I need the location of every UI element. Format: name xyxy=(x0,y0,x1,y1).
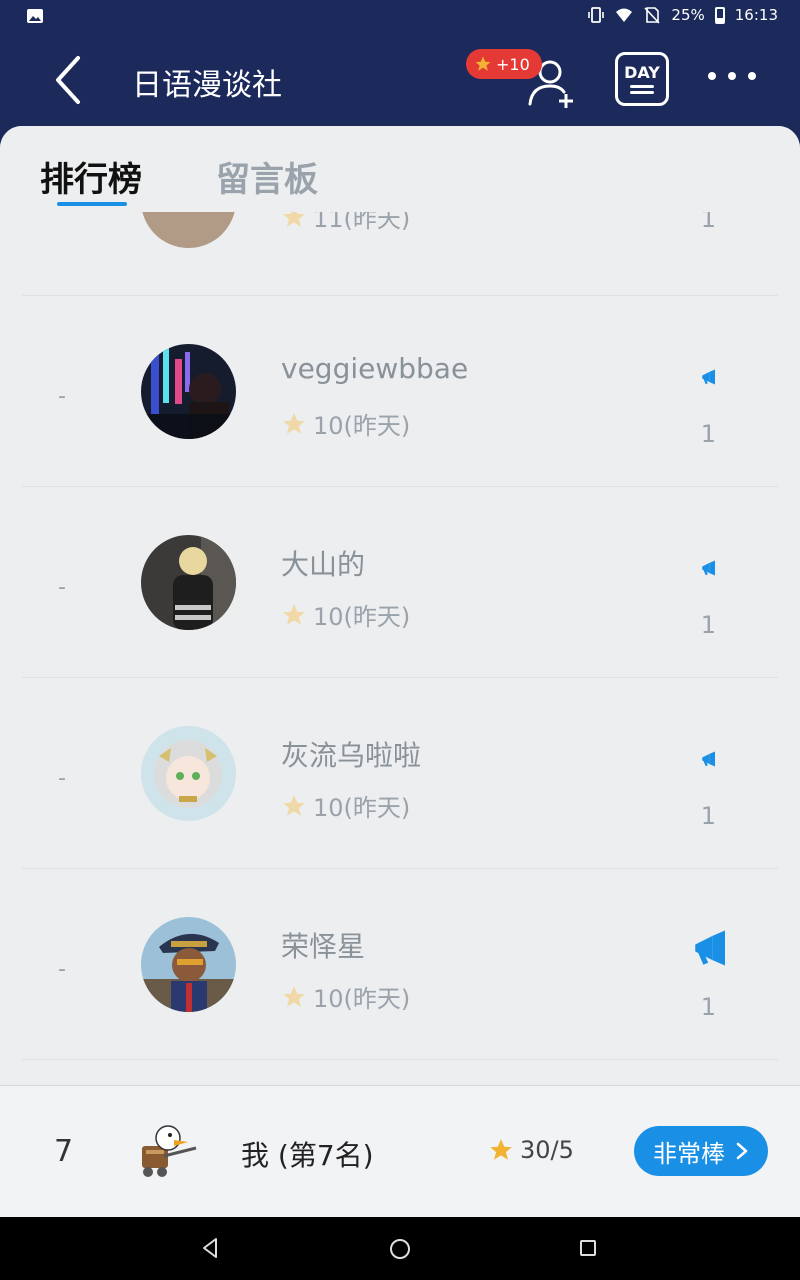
day-button[interactable]: DAY xyxy=(615,52,669,106)
megaphone-icon[interactable] xyxy=(700,750,718,768)
day-line xyxy=(630,85,654,88)
horn-count: 1 xyxy=(700,420,716,448)
praise-label: 非常棒 xyxy=(653,1139,725,1168)
status-bar: 25% 16:13 xyxy=(0,0,800,34)
avatar[interactable] xyxy=(141,917,236,1012)
rank: - xyxy=(58,957,66,982)
day-line xyxy=(630,91,654,94)
tab-bar: 排行榜 留言板 xyxy=(0,126,800,212)
tab-message-board[interactable]: 留言板 xyxy=(216,152,318,201)
page-title: 日语漫谈社 xyxy=(132,68,282,103)
megaphone-icon[interactable] xyxy=(690,927,732,969)
user-name: veggiewbbae xyxy=(281,352,469,385)
list-item[interactable]: - 荣怿星 10(昨天) 1 xyxy=(22,869,778,1060)
megaphone-icon[interactable] xyxy=(700,559,718,577)
my-avatar[interactable] xyxy=(134,1122,200,1178)
battery-percent: 25% xyxy=(671,6,705,24)
avatar[interactable] xyxy=(141,535,236,630)
points-badge: +10 xyxy=(466,49,542,79)
vibrate-icon xyxy=(588,7,605,23)
list-item[interactable]: - 灰流乌啦啦 10(昨天) 1 xyxy=(22,678,778,869)
my-score-text: 30/5 xyxy=(520,1136,574,1164)
nav-home-icon[interactable] xyxy=(390,1239,410,1259)
user-name: 荣怿星 xyxy=(281,930,366,963)
more-options-icon[interactable] xyxy=(708,72,756,80)
list-item[interactable]: - 大山的 10(昨天) 1 xyxy=(22,487,778,678)
tab-indicator xyxy=(57,202,127,206)
badge-value: +10 xyxy=(496,54,530,74)
score: 10(昨天) xyxy=(281,979,410,1014)
user-name: 大山的 xyxy=(281,548,366,581)
star-icon xyxy=(475,56,491,71)
score-text: 10(昨天) xyxy=(313,794,411,822)
rank: - xyxy=(58,766,66,791)
battery-icon xyxy=(714,6,725,24)
avatar[interactable] xyxy=(141,726,236,821)
rank: - xyxy=(58,575,66,600)
star-icon xyxy=(283,412,305,434)
avatar[interactable] xyxy=(141,344,236,439)
my-rank: 7 xyxy=(54,1134,74,1169)
list-item[interactable]: - veggiewbbae 10(昨天) 1 xyxy=(22,296,778,487)
horn-count: 1 xyxy=(700,802,716,830)
rank: - xyxy=(58,384,66,409)
my-score: 30/5 xyxy=(488,1136,574,1164)
star-icon xyxy=(283,794,305,816)
dot xyxy=(728,72,736,80)
score-text: 10(昨天) xyxy=(313,985,411,1013)
megaphone-icon[interactable] xyxy=(700,368,718,386)
my-rank-bar[interactable]: 7 我 (第7名) 30/5 非常棒 xyxy=(0,1085,800,1217)
gallery-icon xyxy=(27,9,43,23)
day-label: DAY xyxy=(624,63,660,82)
wifi-icon xyxy=(616,8,633,22)
chevron-right-icon xyxy=(736,1142,748,1160)
dot xyxy=(708,72,716,80)
clock: 16:13 xyxy=(734,6,778,24)
score: 10(昨天) xyxy=(281,406,410,441)
horn-count: 1 xyxy=(700,993,716,1021)
no-sim-icon xyxy=(644,7,661,24)
score-text: 10(昨天) xyxy=(313,412,411,440)
star-icon xyxy=(490,1139,512,1160)
dot xyxy=(748,72,756,80)
star-icon xyxy=(283,603,305,625)
horn-count: 1 xyxy=(700,611,716,639)
back-arrow-icon[interactable] xyxy=(44,52,92,108)
content-sheet: 11(昨天) 1 - veggiewbbae 10(昨天) 1 - 大山的 10… xyxy=(0,126,800,1218)
system-nav-bar xyxy=(0,1217,800,1280)
praise-button[interactable]: 非常棒 xyxy=(634,1126,768,1176)
app-header: 日语漫谈社 +10 DAY xyxy=(0,34,800,134)
score: 10(昨天) xyxy=(281,788,410,823)
user-name: 灰流乌啦啦 xyxy=(281,739,422,772)
score-text: 10(昨天) xyxy=(313,603,411,631)
my-name: 我 (第7名) xyxy=(241,1139,374,1172)
tab-leaderboard[interactable]: 排行榜 xyxy=(40,152,142,201)
nav-recents-icon[interactable] xyxy=(580,1240,596,1256)
nav-back-icon[interactable] xyxy=(200,1237,220,1259)
star-icon xyxy=(283,985,305,1007)
score: 10(昨天) xyxy=(281,597,410,632)
